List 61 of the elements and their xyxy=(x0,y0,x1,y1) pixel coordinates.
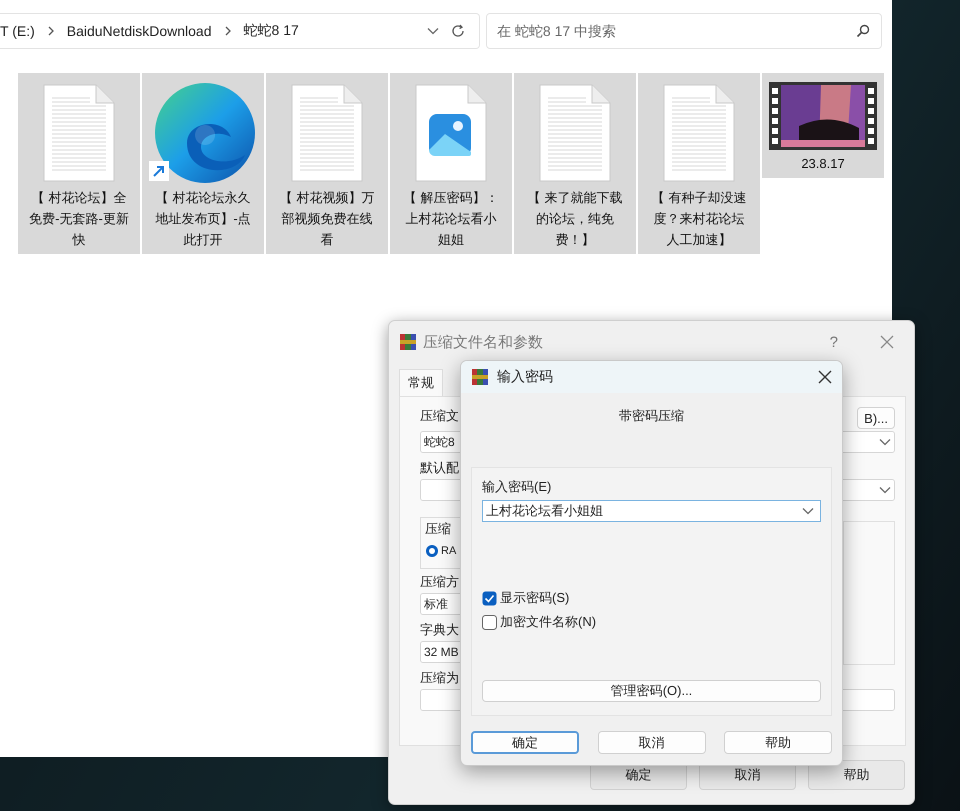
checkbox[interactable] xyxy=(482,590,497,606)
radio-label: RA xyxy=(441,545,456,557)
close-icon xyxy=(818,370,832,384)
file-item[interactable]: 【 村花视频】万部视频免费在线看 xyxy=(266,73,388,254)
checkbox[interactable] xyxy=(482,614,497,630)
checkbox-label: 加密文件名称(N) xyxy=(500,613,596,631)
help-button[interactable]: ? xyxy=(830,334,838,350)
archive-app-icon xyxy=(399,333,417,351)
dialog-title: 压缩文件名和参数 xyxy=(423,332,544,352)
search-icon xyxy=(856,24,870,38)
field-label: 压缩为 xyxy=(420,669,459,687)
dialog-button[interactable]: 取消 xyxy=(598,731,706,754)
field-label: 字典大 xyxy=(420,621,459,639)
breadcrumb-item[interactable]: 蛇蛇8 17 xyxy=(244,22,299,40)
radio-button[interactable] xyxy=(425,544,439,558)
file-name: 【 有种子却没速度？来村花论坛人工加速】 xyxy=(650,189,748,249)
field-label: 压缩方 xyxy=(420,573,459,591)
file-name: 23.8.17 xyxy=(800,155,846,173)
tab[interactable]: 常规 xyxy=(399,369,443,396)
file-item[interactable]: 【 解压密码】：上村花论坛看小姐姐 xyxy=(390,73,512,254)
password-field[interactable]: 上村花论坛看小姐姐 xyxy=(482,500,821,522)
dialog-title: 输入密码 xyxy=(497,368,554,386)
document-icon xyxy=(663,84,735,182)
file-item[interactable]: 【 村花论坛】全免费-无套路-更新快 xyxy=(18,73,140,254)
chevron-right-icon xyxy=(46,26,55,36)
file-item[interactable]: 23.8.17 xyxy=(762,73,884,178)
document-icon xyxy=(539,84,611,182)
dialog-button[interactable]: 确定 xyxy=(471,731,579,754)
file-name: 【 村花视频】万部视频免费在线看 xyxy=(278,189,376,249)
search-field[interactable]: 在 蛇蛇8 17 中搜索 xyxy=(486,13,882,49)
field-label: 默认配 xyxy=(420,459,459,477)
image-file-icon xyxy=(415,84,487,182)
archive-app-icon xyxy=(471,368,489,386)
dialog-heading: 带密码压缩 xyxy=(619,408,684,423)
breadcrumb-item[interactable]: BaiduNetdiskDownload xyxy=(66,23,212,39)
chevron-down-icon xyxy=(802,507,814,515)
chevron-down-icon xyxy=(427,27,439,35)
field-label: 压缩文 xyxy=(420,407,459,425)
breadcrumb-item[interactable]: T (E:) xyxy=(0,23,35,39)
file-name: 【 来了就能下载的论坛，纯免费！】 xyxy=(526,189,624,249)
close-icon xyxy=(880,335,894,349)
manage-passwords-button[interactable]: 管理密码(O)... xyxy=(482,680,821,702)
chevron-down-icon xyxy=(879,438,891,446)
document-icon xyxy=(291,84,363,182)
file-item[interactable]: 【 村花论坛永久地址发布页】-点此打开 xyxy=(142,73,264,254)
file-name: 【 村花论坛】全免费-无套路-更新快 xyxy=(29,189,129,249)
file-item[interactable]: 【 有种子却没速度？来村花论坛人工加速】 xyxy=(638,73,760,254)
dialog-button[interactable]: 帮助 xyxy=(724,731,832,754)
dialog-button[interactable]: 帮助 xyxy=(808,760,905,790)
file-item[interactable]: 【 来了就能下载的论坛，纯免费！】 xyxy=(514,73,636,254)
document-icon xyxy=(43,84,115,182)
file-name: 【 村花论坛永久地址发布页】-点此打开 xyxy=(154,189,252,249)
chevron-right-icon xyxy=(224,26,232,36)
refresh-icon xyxy=(451,24,465,38)
address-bar[interactable]: T (E:) BaiduNetdiskDownload 蛇蛇8 17 xyxy=(0,13,480,49)
file-name: 【 解压密码】：上村花论坛看小姐姐 xyxy=(402,189,500,249)
browse-button[interactable]: B)... xyxy=(857,407,895,429)
checkbox-label: 显示密码(S) xyxy=(500,589,570,607)
group-label: 压缩 xyxy=(425,520,452,538)
field-label: 输入密码(E) xyxy=(482,478,552,496)
chevron-down-icon xyxy=(879,486,891,494)
